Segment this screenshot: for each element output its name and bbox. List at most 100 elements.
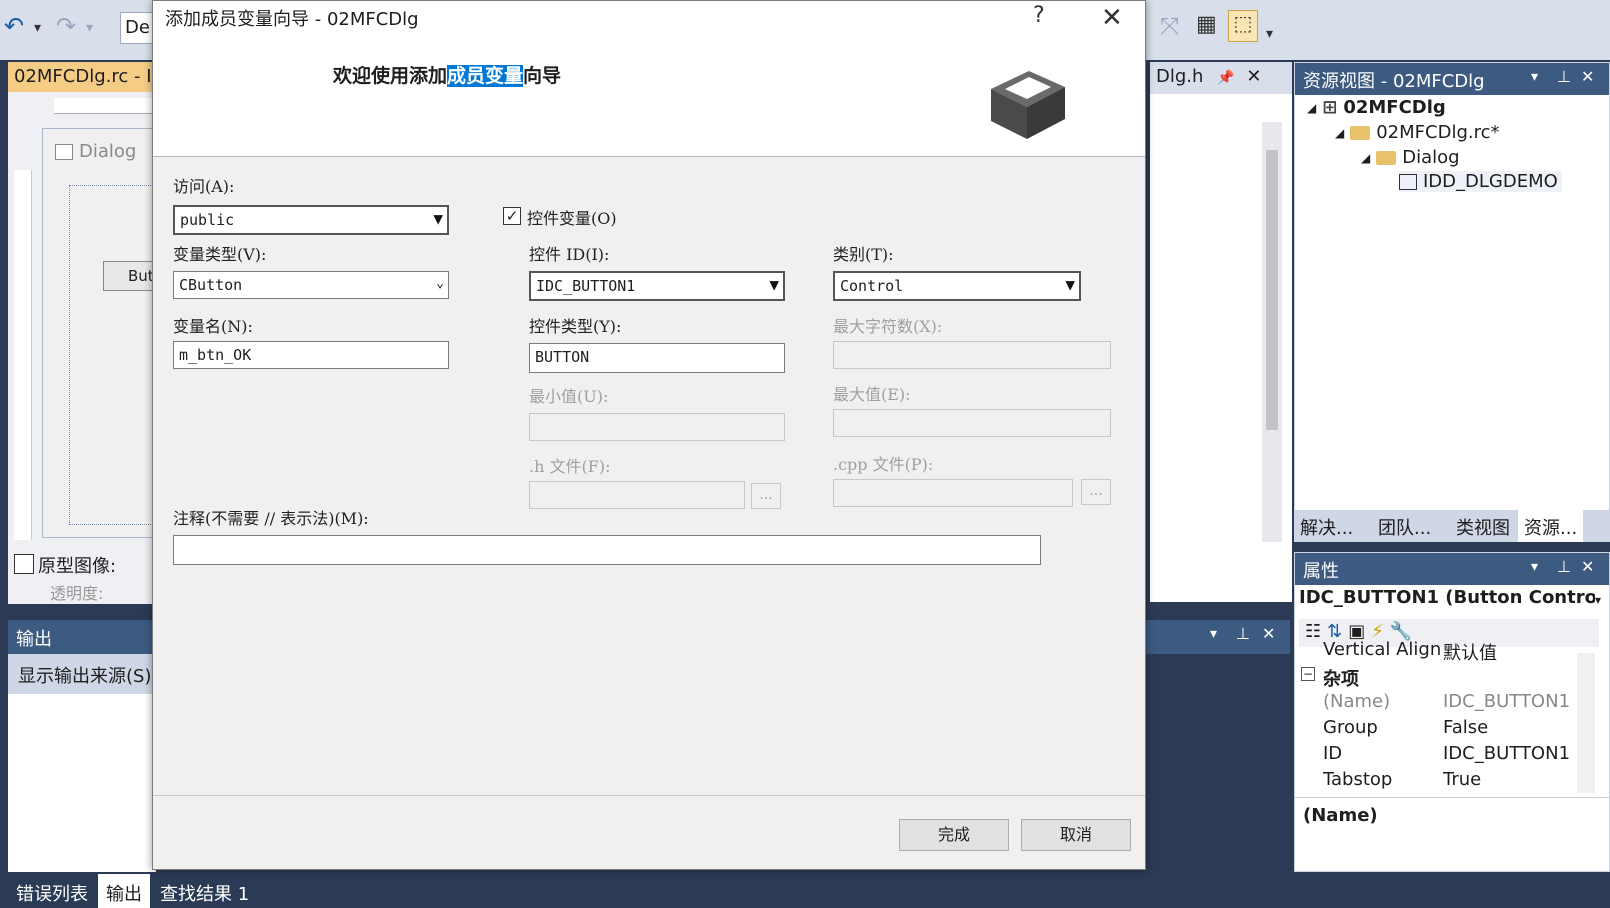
welcome-highlight: 成员变量 [447, 65, 524, 87]
prop-section-label: 杂项 [1323, 669, 1359, 690]
prop-row[interactable]: Vertical Align 默认值 [1295, 637, 1573, 665]
props-pin-icon[interactable]: ⊥ [1557, 557, 1571, 576]
output-dropdown-icon[interactable]: ▾ [1210, 626, 1217, 642]
undo-dropdown-icon[interactable]: ▾ [34, 20, 41, 36]
dialog-icon [55, 143, 73, 160]
control-id-value: IDC_BUTTON1 [536, 277, 636, 295]
comment-input[interactable] [173, 535, 1041, 565]
tab-resource[interactable]: 资源... [1518, 510, 1584, 542]
properties-object-select[interactable]: IDC_BUTTON1 (Button Control [1299, 587, 1595, 608]
props-close-icon[interactable]: ✕ [1581, 557, 1594, 576]
control-type-input[interactable]: BUTTON [529, 343, 785, 373]
var-type-label: 变量类型(V): [173, 245, 267, 264]
category-combo[interactable]: Control ▼ [833, 271, 1081, 301]
help-button[interactable]: ? [1033, 3, 1045, 28]
doc-tab-rc[interactable]: 02MFCDlg.rc - I. [8, 62, 156, 92]
welcome-pre: 欢迎使用添加 [333, 65, 448, 87]
properties-header: 属性 ▾ ⊥ ✕ [1295, 553, 1609, 585]
grid-icon[interactable]: ▦ [1196, 12, 1217, 37]
properties-panel: 属性 ▾ ⊥ ✕ IDC_BUTTON1 (Button Control ▾ ☷… [1294, 552, 1610, 872]
access-label: 访问(A): [173, 177, 235, 196]
prop-value[interactable]: False [1443, 717, 1571, 738]
prop-value[interactable]: 默认值 [1443, 639, 1571, 665]
expand-icon[interactable]: ◢ [1335, 126, 1344, 140]
prop-value[interactable]: True [1443, 769, 1571, 790]
tree-item-label: IDD_DLGDEMO [1423, 171, 1558, 192]
redo-icon[interactable]: ↷ [56, 12, 76, 40]
min-value-label: 最小值(U): [529, 387, 609, 406]
tree-idd-dlgdemo[interactable]: IDD_DLGDEMO [1399, 171, 1562, 192]
rv-dropdown-icon[interactable]: ▾ [1531, 69, 1538, 85]
editor-tab[interactable]: Dlg.h 📌 ✕ [1150, 62, 1292, 94]
prop-row[interactable]: Group False [1295, 715, 1573, 741]
prop-value[interactable]: IDC_BUTTON1 [1443, 691, 1571, 712]
resize-icon[interactable]: ⤧ [1160, 12, 1179, 40]
prop-key: (Name) [1323, 691, 1391, 712]
h-file-browse-button: ... [751, 483, 781, 509]
output-close-icon[interactable]: ✕ [1262, 624, 1275, 643]
toolbar-more-icon[interactable]: ▾ [1266, 26, 1273, 42]
wizard-header: 添加成员变量向导 - 02MFCDlg ? ✕ 欢迎使用添加成员变量向导 [153, 1, 1145, 157]
redo-dropdown-icon[interactable]: ▾ [86, 20, 93, 36]
tree-root[interactable]: ◢ ⊞ 02MFCDlg [1307, 97, 1446, 118]
expand-icon[interactable]: ◢ [1361, 151, 1370, 165]
control-id-combo[interactable]: IDC_BUTTON1 ▼ [529, 271, 785, 301]
prop-section[interactable]: − 杂项 [1295, 663, 1573, 690]
expand-icon[interactable]: ◢ [1307, 101, 1316, 115]
tab-team[interactable]: 团队... [1372, 510, 1437, 542]
control-type-label: 控件类型(Y): [529, 317, 622, 336]
tree-dialog-folder[interactable]: ◢ Dialog [1361, 147, 1460, 168]
var-name-label: 变量名(N): [173, 317, 253, 336]
properties-scrollbar[interactable] [1577, 653, 1595, 793]
output-pin-icon[interactable]: ⊥ [1236, 624, 1250, 643]
tab-error-list[interactable]: 错误列表 [8, 874, 96, 908]
category-label: 类别(T): [833, 245, 894, 264]
dialog-resource-icon [1399, 173, 1417, 190]
finish-button[interactable]: 完成 [899, 819, 1009, 851]
var-type-combo[interactable]: CButton ⌄ [173, 271, 449, 299]
transparency-label: 透明度: [50, 584, 104, 603]
comment-label: 注释(不需要 // 表示法)(M): [173, 509, 369, 528]
tab-solution[interactable]: 解决... [1294, 510, 1359, 542]
editor-scroll-thumb[interactable] [1266, 150, 1278, 430]
undo-icon[interactable]: ↶ [4, 12, 24, 40]
prototype-checkbox[interactable] [14, 554, 34, 574]
rv-pin-icon[interactable]: ⊥ [1557, 67, 1571, 86]
button-separator [153, 795, 1145, 796]
tab-output[interactable]: 输出 [98, 874, 150, 908]
resource-view-header: 资源视图 - 02MFCDlg ▾ ⊥ ✕ [1295, 63, 1609, 95]
prop-row[interactable]: ID IDC_BUTTON1 [1295, 741, 1573, 767]
control-variable-label: 控件变量(O) [527, 209, 617, 228]
max-chars-label: 最大字符数(X): [833, 317, 943, 336]
rv-close-icon[interactable]: ✕ [1581, 67, 1594, 86]
prop-value[interactable]: IDC_BUTTON1 [1443, 743, 1571, 764]
horizontal-ruler [54, 98, 154, 114]
close-icon[interactable]: ✕ [1246, 66, 1261, 87]
close-button[interactable]: ✕ [1101, 3, 1123, 33]
category-value: Control [840, 277, 904, 295]
tree-dialog-label: Dialog [1402, 147, 1460, 168]
guides-icon[interactable]: ⬚ [1228, 10, 1258, 42]
prop-key: Tabstop [1323, 769, 1393, 790]
props-dropdown-icon[interactable]: ▾ [1531, 559, 1538, 575]
prop-row[interactable]: Tabstop True [1295, 767, 1573, 793]
dialog-client-area [69, 185, 159, 525]
access-combo[interactable]: public ▼ [173, 205, 449, 235]
max-chars-input [833, 341, 1111, 369]
tree-rc-file[interactable]: ◢ 02MFCDlg.rc* [1335, 122, 1500, 143]
pin-icon[interactable]: 📌 [1217, 70, 1234, 86]
var-name-input[interactable]: m_btn_OK [173, 341, 449, 369]
object-dropdown-icon[interactable]: ▾ [1595, 593, 1601, 607]
max-value-label: 最大值(E): [833, 385, 911, 404]
prop-row[interactable]: (Name) IDC_BUTTON1 [1295, 689, 1573, 715]
dialog-preview-title: Dialog [79, 141, 137, 162]
welcome-text: 欢迎使用添加成员变量向导 [333, 61, 561, 88]
collapse-icon[interactable]: − [1301, 667, 1315, 681]
control-variable-checkbox[interactable]: ✓ [503, 207, 521, 225]
chevron-down-icon: ▼ [1065, 275, 1075, 294]
tab-find-results[interactable]: 查找结果 1 [152, 874, 257, 908]
dialog-preview[interactable]: Dialog But [42, 128, 163, 538]
tab-class-view[interactable]: 类视图 [1450, 510, 1516, 542]
cancel-button[interactable]: 取消 [1021, 819, 1131, 851]
max-value-input [833, 409, 1111, 437]
